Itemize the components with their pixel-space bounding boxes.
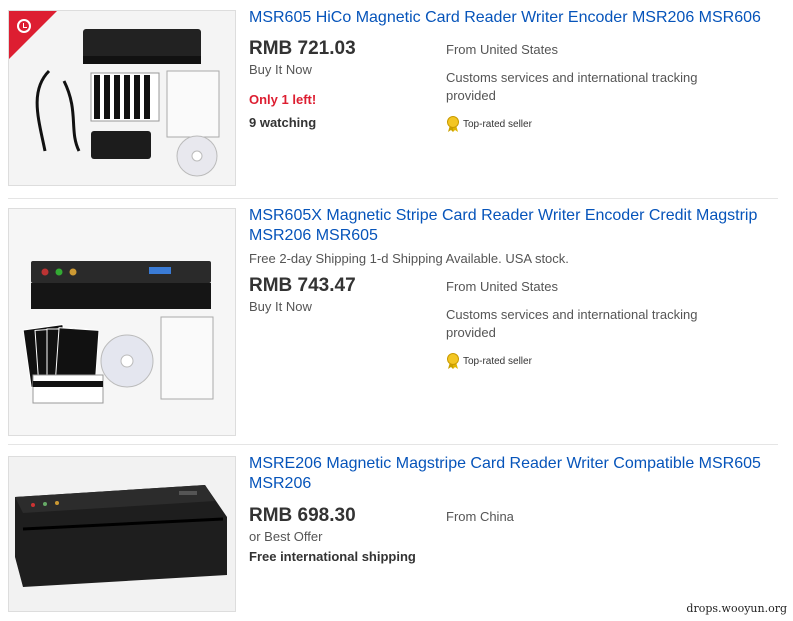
top-rated-medal-icon: [446, 353, 460, 369]
reader-kit-image: [9, 209, 235, 435]
top-rated-label: Top-rated seller: [463, 355, 532, 367]
product-image[interactable]: [8, 208, 236, 436]
customs-info: Customs services and international track…: [446, 70, 698, 103]
customs-info: Customs services and international track…: [446, 307, 698, 340]
listing-title-link[interactable]: MSRE206 Magnetic Magstripe Card Reader W…: [249, 454, 789, 494]
buy-format: Buy It Now: [249, 299, 312, 314]
top-rated-badge: Top-rated seller: [446, 116, 532, 132]
reader-device-image: [9, 457, 235, 611]
item-location: From United States: [446, 42, 558, 57]
buy-format: Buy It Now: [249, 62, 312, 77]
item-location: From United States: [446, 279, 558, 294]
top-rated-label: Top-rated seller: [463, 118, 532, 130]
listing-price: RMB 721.03: [249, 38, 356, 59]
listing-divider: [8, 444, 778, 445]
top-rated-medal-icon: [446, 116, 460, 132]
product-image[interactable]: [8, 456, 236, 612]
time-limited-ribbon: [9, 11, 57, 59]
watermark: drops.wooyun.org: [686, 602, 787, 615]
clock-icon: [17, 19, 31, 33]
stock-alert: Only 1 left!: [249, 92, 317, 107]
shipping-info: Free international shipping: [249, 549, 416, 564]
watch-count: 9 watching: [249, 115, 317, 130]
listing-price: RMB 698.30: [249, 505, 356, 526]
listing-divider: [8, 198, 778, 199]
product-image[interactable]: [8, 10, 236, 186]
listing-title-link[interactable]: MSR605X Magnetic Stripe Card Reader Writ…: [249, 206, 789, 246]
top-rated-badge: Top-rated seller: [446, 353, 532, 369]
item-location: From China: [446, 509, 514, 524]
listing-subtitle: Free 2-day Shipping 1-d Shipping Availab…: [249, 251, 569, 266]
buy-format: or Best Offer: [249, 529, 323, 544]
listing-title-link[interactable]: MSR605 HiCo Magnetic Card Reader Writer …: [249, 8, 789, 28]
listing-price: RMB 743.47: [249, 275, 356, 296]
